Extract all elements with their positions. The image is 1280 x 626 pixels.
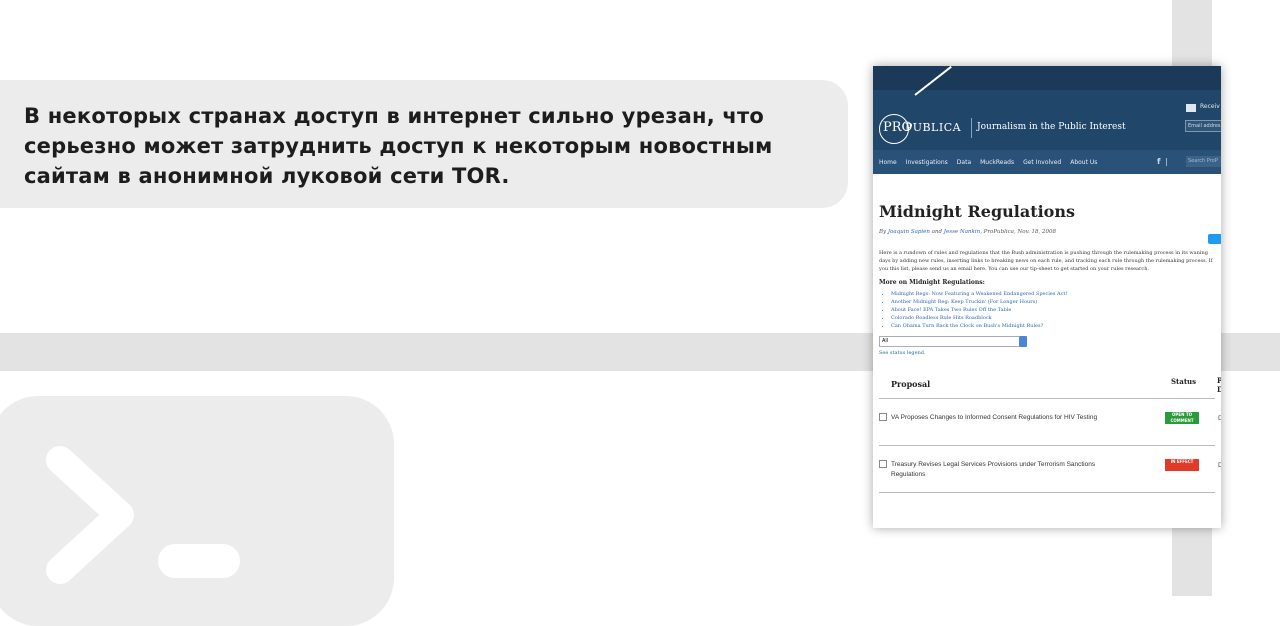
site-nav: Home Investigations Data MuckReads Get I… — [873, 150, 1221, 174]
nav-get-involved[interactable]: Get Involved — [1023, 159, 1061, 166]
article-intro: Here is a rundown of rules and regulatio… — [879, 250, 1213, 272]
article-title: Midnight Regulations — [879, 202, 1075, 221]
more-link[interactable]: Another Midnight Reg: Keep Truckin' (For… — [891, 298, 1215, 306]
row-title[interactable]: VA Proposes Changes to Informed Consent … — [891, 413, 1101, 423]
nav-about-us[interactable]: About Us — [1070, 159, 1097, 166]
more-link[interactable]: About Face! EPA Takes Two Rules Off the … — [891, 306, 1215, 314]
byline-suffix: , ProPublica, Nov. 18, 2008 — [980, 229, 1057, 235]
row-d: D — [1218, 462, 1221, 469]
logo-publica: PUBLICA — [905, 121, 962, 134]
table-header: Proposal Status P D — [879, 356, 1221, 399]
status-badge: OPEN TO COMMENT — [1165, 412, 1199, 424]
nav-data[interactable]: Data — [957, 159, 971, 166]
more-heading: More on Midnight Regulations: — [879, 279, 985, 286]
more-link[interactable]: Can Obama Turn Back the Clock on Bush's … — [891, 322, 1215, 330]
author-link-1[interactable]: Joaquin Sapien — [888, 229, 930, 235]
row-title[interactable]: Treasury Revises Legal Services Provisio… — [891, 460, 1101, 480]
chevron-down-icon — [1019, 336, 1027, 347]
header-p: P D — [1217, 376, 1221, 394]
site-header: PRO PUBLICA Journalism in the Public Int… — [873, 66, 1221, 150]
more-link[interactable]: Midnight Regs: Now Featuring a Weakened … — [891, 290, 1215, 298]
header-proposal: Proposal — [891, 379, 931, 389]
byline-prefix: By — [879, 229, 887, 235]
byline-and: and — [931, 229, 943, 235]
status-filter-select[interactable]: All — [879, 336, 1027, 347]
nav-investigations[interactable]: Investigations — [906, 159, 948, 166]
status-badge: IN EFFECT — [1165, 459, 1199, 471]
article-content: Midnight Regulations By Joaquin Sapien a… — [873, 202, 1221, 493]
header-divider — [971, 118, 972, 138]
header-status: Status — [1171, 377, 1197, 386]
site-tagline: Journalism in the Public Interest — [977, 122, 1126, 132]
nav-muckreads[interactable]: MuckReads — [980, 159, 1014, 166]
row-checkbox[interactable] — [879, 460, 887, 468]
social-icons[interactable]: f ❘ — [1157, 157, 1170, 166]
twitter-share-icon[interactable] — [1208, 234, 1221, 244]
site-search-input[interactable]: Search ProP — [1186, 156, 1221, 167]
terminal-prompt-icon — [46, 446, 240, 584]
nav-home[interactable]: Home — [879, 159, 897, 166]
slide-caption: В некоторых странах доступ в интернет си… — [24, 104, 773, 188]
receive-label: Receiv — [1200, 103, 1220, 110]
website-screenshot: PRO PUBLICA Journalism in the Public Int… — [873, 66, 1221, 528]
row-d: D — [1218, 415, 1221, 422]
mail-icon — [1186, 104, 1196, 112]
author-link-2[interactable]: Jesse Nankin — [944, 229, 980, 235]
table-row[interactable]: Treasury Revises Legal Services Provisio… — [879, 446, 1221, 493]
more-links-list: Midnight Regs: Now Featuring a Weakened … — [891, 290, 1215, 330]
row-checkbox[interactable] — [879, 413, 887, 421]
more-link[interactable]: Colorado Roadless Rule Hits Roadblock — [891, 314, 1215, 322]
article-byline: By Joaquin Sapien and Jesse Nankin, ProP… — [879, 229, 1215, 235]
select-value: All — [882, 338, 889, 344]
table-row[interactable]: VA Proposes Changes to Informed Consent … — [879, 399, 1221, 446]
propublica-logo[interactable]: PRO PUBLICA — [879, 66, 969, 144]
email-input[interactable]: Email addres — [1185, 120, 1221, 132]
